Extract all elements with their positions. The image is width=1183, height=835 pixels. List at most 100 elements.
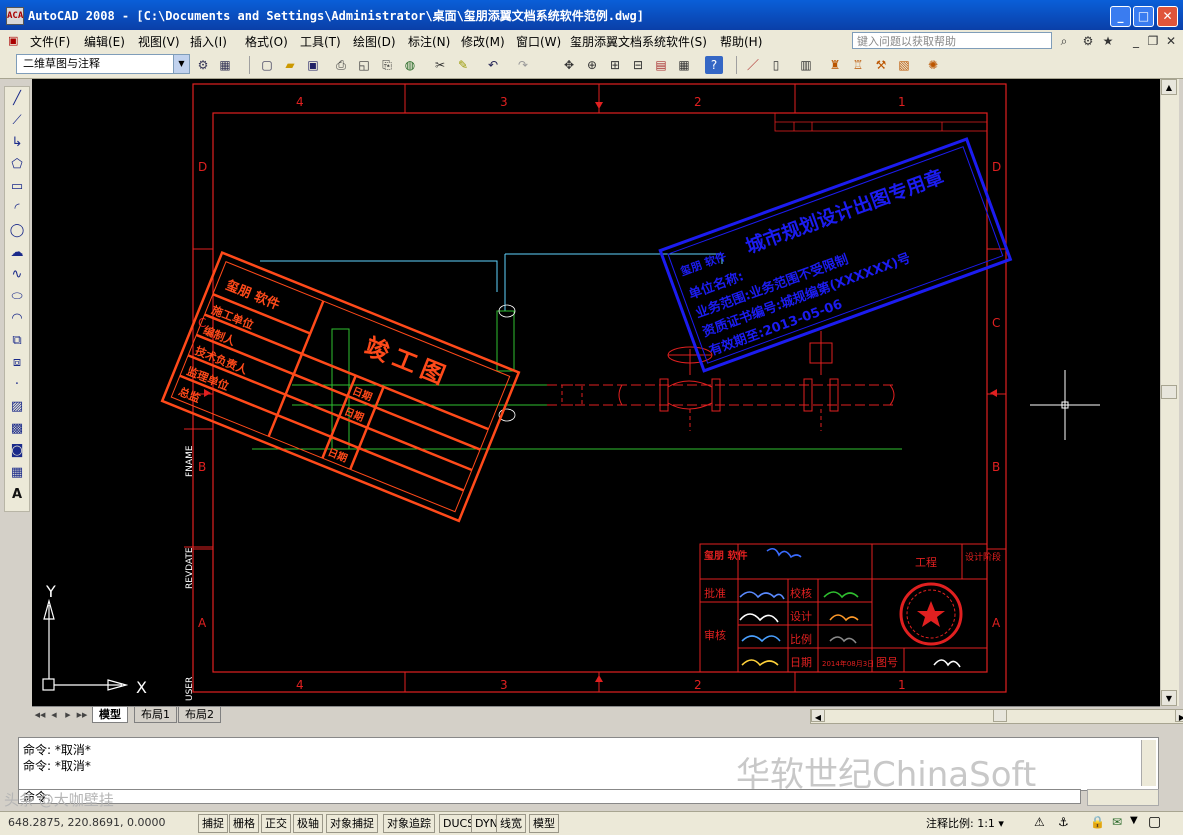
insert-block-icon[interactable]: ⧉ [7,331,27,351]
new-icon[interactable]: ▢ [258,56,276,74]
tab-first-icon[interactable]: ◀◀ [34,709,46,721]
search-icon[interactable]: ⌕ [1056,33,1072,49]
auto-scale-icon[interactable]: ⚓ [1058,815,1069,829]
clean-screen-icon[interactable]: ▢ [1148,814,1161,830]
help-search-input[interactable]: 键入问题以获取帮助 [852,32,1052,49]
zoom-window-icon[interactable]: ⊞ [606,56,624,74]
gradient-icon[interactable]: ▩ [7,419,27,439]
zoom-realtime-icon[interactable]: ⊕ [583,56,601,74]
spline-icon[interactable]: ∿ [7,265,27,285]
command-input[interactable]: 命令: [18,789,1081,804]
document-icon[interactable]: ▯ [767,56,785,74]
vertical-scrollbar[interactable]: ▲ ▼ [1160,79,1179,706]
toggle-polar[interactable]: 极轴 [293,814,323,833]
toggle-ortho[interactable]: 正交 [261,814,291,833]
hscroll-thumb[interactable] [993,709,1007,722]
toggle-grid[interactable]: 栅格 [229,814,259,833]
tab-last-icon[interactable]: ▶▶ [76,709,88,721]
menu-insert[interactable]: 插入(I) [190,33,227,50]
toggle-lineweight[interactable]: 线宽 [496,814,526,833]
close-button[interactable]: ✕ [1157,6,1178,27]
hammer-icon[interactable]: ⚒ [872,56,890,74]
communication-icon[interactable]: ✉ [1112,815,1122,829]
polygon-icon[interactable]: ⬠ [7,155,27,175]
coordinate-readout[interactable]: 648.2875, 220.8691, 0.0000 [8,816,165,829]
toggle-osnap[interactable]: 对象捕捉 [326,814,378,833]
make-block-icon[interactable]: ⧈ [7,353,27,373]
doc-minimize-icon[interactable]: _ [1128,33,1144,49]
tab-model[interactable]: 模型 [92,707,128,723]
region-icon[interactable]: ◙ [7,441,27,461]
autocad-app-icon[interactable]: ACA [6,7,24,25]
tab-prev-icon[interactable]: ◀ [48,709,60,721]
menu-dimension[interactable]: 标注(N) [408,33,450,50]
undo-icon[interactable]: ↶ [484,56,502,74]
scroll-thumb[interactable] [1161,385,1177,399]
doc-icon[interactable]: ▣ [8,34,18,47]
plot-icon[interactable]: ⎙ [332,56,350,74]
polyline-icon[interactable]: ↳ [7,133,27,153]
barcode-icon[interactable]: ▥ [797,56,815,74]
pen-icon[interactable]: ／ [744,56,762,74]
save-workspace-icon[interactable]: ▦ [216,56,234,74]
table-icon[interactable]: ▦ [7,463,27,483]
annotation-visibility-icon[interactable]: ⚠ [1034,815,1045,829]
save-icon[interactable]: ▣ [304,56,322,74]
chevron-down-icon[interactable]: ▼ [173,55,189,73]
workspace-dropdown[interactable]: 二维草图与注释 ▼ [16,54,190,74]
toggle-otrack[interactable]: 对象追踪 [383,814,435,833]
horizontal-scrollbar[interactable]: ◀ ▶ [810,709,1183,724]
cut-icon[interactable]: ✂ [431,56,449,74]
open-icon[interactable]: ▰ [281,56,299,74]
communication-center-icon[interactable]: ⚙ [1080,33,1096,49]
menu-file[interactable]: 文件(F) [30,33,70,50]
lock-icon[interactable]: 🔒 [1090,815,1105,829]
menu-window[interactable]: 窗口(W) [516,33,561,50]
scroll-left-icon[interactable]: ◀ [811,709,825,722]
ellipse-arc-icon[interactable]: ◠ [7,309,27,329]
match-properties-icon[interactable]: ✎ [454,56,472,74]
maximize-button[interactable]: □ [1133,6,1154,27]
menu-tools[interactable]: 工具(T) [300,33,341,50]
arc-icon[interactable]: ◜ [7,199,27,219]
publish-icon[interactable]: ⎘ [378,56,396,74]
menu-modify[interactable]: 修改(M) [461,33,505,50]
tab-layout2[interactable]: 布局2 [178,707,221,723]
stamp-batch-icon[interactable]: ♖ [849,56,867,74]
hatch-icon[interactable]: ▨ [7,397,27,417]
construction-line-icon[interactable]: ⟋ [7,111,27,131]
minimize-button[interactable]: _ [1110,6,1131,27]
help-icon[interactable]: ? [705,56,723,74]
line-icon[interactable]: ╱ [7,89,27,109]
publish-web-icon[interactable]: ◍ [401,56,419,74]
doc-restore-icon[interactable]: ❐ [1145,33,1161,49]
menu-view[interactable]: 视图(V) [138,33,180,50]
tab-layout1[interactable]: 布局1 [134,707,177,723]
menu-edit[interactable]: 编辑(E) [84,33,125,50]
redo-icon[interactable]: ↷ [514,56,532,74]
multiline-text-icon[interactable]: A [7,485,27,505]
archive-icon[interactable]: ▧ [895,56,913,74]
favorites-star-icon[interactable]: ★ [1100,33,1116,49]
command-scrollbar[interactable] [1141,740,1156,786]
menu-draw[interactable]: 绘图(D) [353,33,396,50]
scroll-up-icon[interactable]: ▲ [1161,79,1177,95]
pan-icon[interactable]: ✥ [560,56,578,74]
stamp-icon[interactable]: ♜ [826,56,844,74]
point-icon[interactable]: · [7,375,27,395]
rectangle-icon[interactable]: ▭ [7,177,27,197]
tab-next-icon[interactable]: ▶ [62,709,74,721]
settings-wheel-icon[interactable]: ✺ [924,56,942,74]
menu-help[interactable]: 帮助(H) [720,33,762,50]
plot-preview-icon[interactable]: ◱ [355,56,373,74]
toggle-snap[interactable]: 捕捉 [198,814,228,833]
annotation-scale[interactable]: 注释比例: 1:1 ▾ [926,815,1004,831]
command-hscroll[interactable] [1087,789,1159,806]
ellipse-icon[interactable]: ⬭ [7,287,27,307]
zoom-previous-icon[interactable]: ⊟ [629,56,647,74]
properties-icon[interactable]: ▤ [652,56,670,74]
toggle-model[interactable]: 模型 [529,814,559,833]
menu-xipeng-software[interactable]: 玺朋添翼文档系统软件(S) [570,33,707,50]
calculator-icon[interactable]: ▦ [675,56,693,74]
menu-format[interactable]: 格式(O) [245,33,288,50]
